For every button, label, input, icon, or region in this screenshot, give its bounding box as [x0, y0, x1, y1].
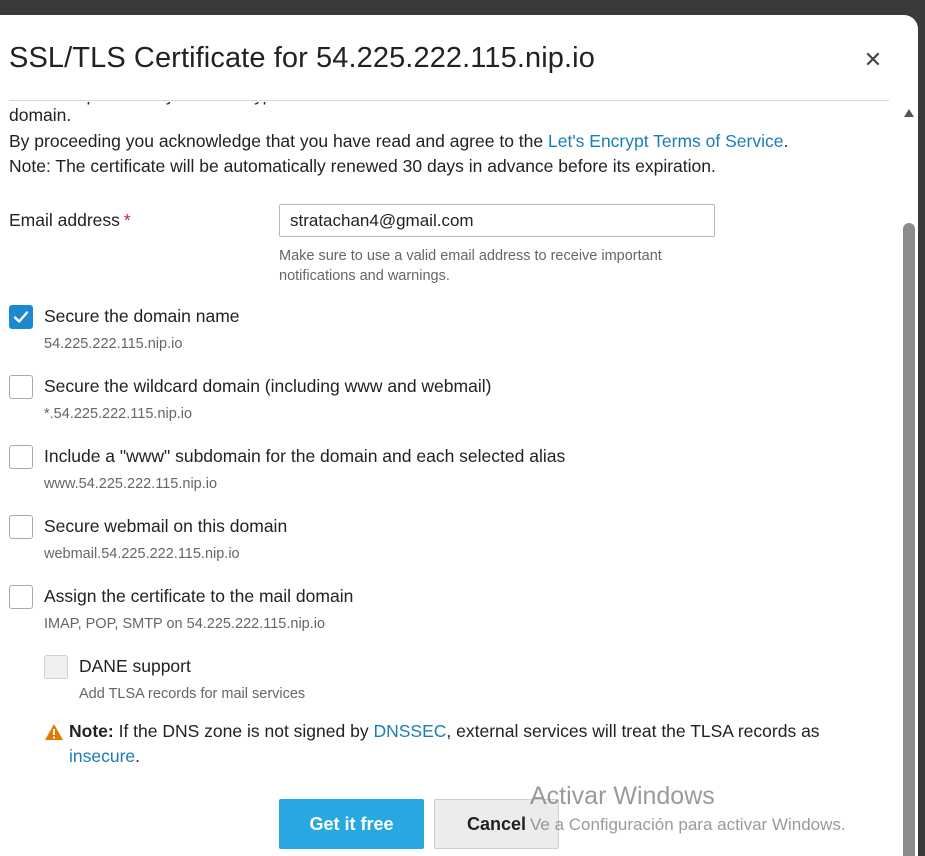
- mail-domain-sub: IMAP, POP, SMTP on 54.225.222.115.nip.io: [44, 616, 326, 632]
- mail-domain-label[interactable]: Assign the certificate to the mail domai…: [44, 586, 353, 607]
- note-text2: , external services will treat the TLSA …: [446, 721, 820, 741]
- note-text3: .: [135, 746, 141, 766]
- note-bold: Note:: [69, 721, 114, 741]
- email-hint: Make sure to use a valid email address t…: [279, 248, 662, 284]
- tos-prefix: By proceeding you acknowledge that you h…: [9, 131, 548, 151]
- get-it-free-button[interactable]: Get it free: [279, 799, 424, 849]
- note-text1: If the DNS zone is not signed by: [113, 721, 374, 741]
- email-field[interactable]: [279, 204, 715, 237]
- intro-domain-line: domain.: [9, 105, 72, 125]
- dnssec-note: Note: If the DNS zone is not signed by D…: [69, 719, 859, 769]
- secure-domain-sub: 54.225.222.115.nip.io: [44, 336, 183, 352]
- secure-domain-label[interactable]: Secure the domain name: [44, 306, 240, 327]
- insecure-link[interactable]: insecure: [69, 746, 135, 766]
- dane-sub: Add TLSA records for mail services: [79, 686, 306, 702]
- webmail-checkbox[interactable]: [9, 515, 33, 539]
- header-divider: [9, 100, 889, 101]
- dialog-title: SSL/TLS Certificate for 54.225.222.115.n…: [9, 42, 595, 74]
- intro-cut-line: certificate provided by Let's Encrypt wi…: [9, 86, 504, 106]
- email-label: Email address *: [9, 210, 131, 231]
- wildcard-checkbox[interactable]: [9, 375, 33, 399]
- scroll-up-arrow-icon[interactable]: [903, 108, 915, 118]
- close-icon[interactable]: ✕: [862, 49, 884, 71]
- dane-checkbox[interactable]: [44, 655, 68, 679]
- www-label[interactable]: Include a "www" subdomain for the domain…: [44, 446, 565, 467]
- webmail-sub: webmail.54.225.222.115.nip.io: [44, 546, 240, 562]
- windows-activation-title: Activar Windows: [530, 782, 715, 810]
- wildcard-label[interactable]: Secure the wildcard domain (including ww…: [44, 376, 491, 397]
- checkmark-icon: [13, 311, 29, 323]
- tos-suffix: .: [783, 131, 789, 151]
- secure-domain-checkbox[interactable]: [9, 305, 33, 329]
- www-sub: www.54.225.222.115.nip.io: [44, 476, 218, 492]
- scrollbar-thumb[interactable]: [903, 223, 915, 856]
- required-mark: *: [123, 210, 131, 230]
- wildcard-sub: *.54.225.222.115.nip.io: [44, 406, 193, 422]
- mail-domain-checkbox[interactable]: [9, 585, 33, 609]
- dane-label: DANE support: [79, 656, 191, 676]
- www-checkbox[interactable]: [9, 445, 33, 469]
- email-label-text: Email address: [9, 210, 120, 230]
- windows-activation-hint: Ve a Configuración para activar Windows.: [530, 815, 846, 834]
- intro-tos-line: By proceeding you acknowledge that you h…: [9, 131, 788, 152]
- warning-icon: [45, 724, 63, 740]
- ssl-dialog: SSL/TLS Certificate for 54.225.222.115.n…: [0, 15, 918, 856]
- tos-link[interactable]: Let's Encrypt Terms of Service: [548, 131, 783, 151]
- intro-cut-text: certificate provided by Let's Encrypt wi…: [9, 86, 504, 105]
- webmail-label[interactable]: Secure webmail on this domain: [44, 516, 287, 537]
- intro-renew-note: Note: The certificate will be automatica…: [9, 156, 716, 176]
- dnssec-link[interactable]: DNSSEC: [373, 721, 446, 741]
